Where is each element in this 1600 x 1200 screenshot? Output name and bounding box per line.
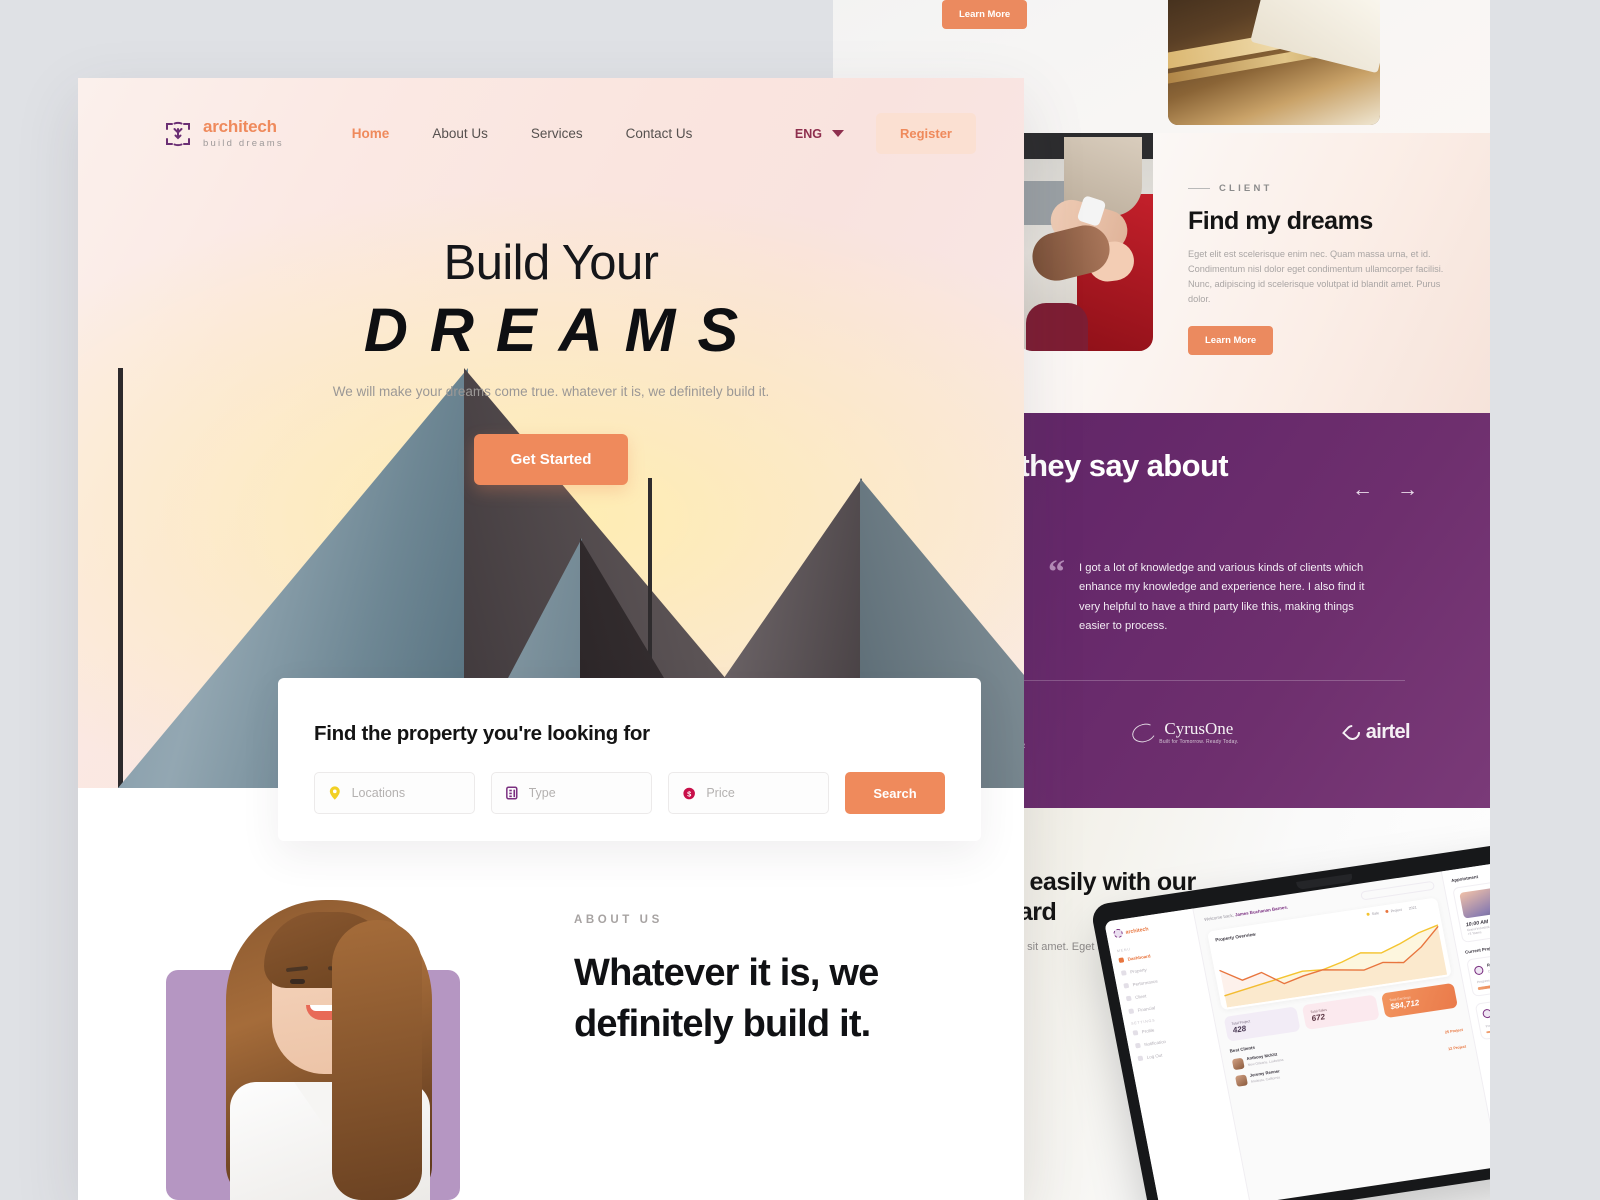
search-input[interactable] (528, 786, 637, 800)
stat-total-project: Total Project 428 (1223, 1006, 1301, 1042)
nav-item-contact-us[interactable]: Contact Us (626, 126, 693, 141)
about-eyebrow: ABOUT US (574, 914, 663, 926)
arrow-right-icon[interactable]: → (1397, 479, 1418, 500)
nav-item-home[interactable]: Home (352, 126, 390, 141)
building-icon (506, 786, 518, 800)
dashboard-search-input[interactable] (1360, 880, 1436, 901)
handshake-photo (1018, 133, 1153, 351)
testimonial-quote: “ I got a lot of knowledge and various k… (1048, 554, 1386, 636)
nav-item-services[interactable]: Services (531, 126, 583, 141)
dashboard-logo-icon (1112, 928, 1124, 939)
about-photo (166, 866, 460, 1200)
airtel-icon (1341, 721, 1363, 744)
quote-mark-icon: “ (1048, 554, 1065, 591)
brand-logo[interactable]: architech build dreams (164, 118, 284, 149)
search-card-heading: Find the property you're looking for (314, 722, 650, 745)
books-and-pencils-photo (1168, 0, 1380, 125)
avatar (1234, 1073, 1248, 1087)
woman-portrait-photo (210, 880, 450, 1200)
language-label: ENG (794, 126, 822, 141)
appointment-card: 10:00 AM Grand Industrial Tower 834 City… (1452, 874, 1490, 943)
bracketed-target-arrow-icon (164, 120, 192, 148)
client-title: Find my dreams (1188, 207, 1373, 235)
arrow-left-icon[interactable]: ← (1352, 479, 1373, 500)
appointment-photo (1459, 881, 1490, 919)
hero-copy: Build Your DREAMS We will make your drea… (78, 237, 1024, 485)
search-input[interactable] (351, 786, 460, 800)
nav-item-about-us[interactable]: About Us (432, 126, 488, 141)
avatar (1231, 1057, 1245, 1070)
hero-subtitle: We will make your dreams come true. what… (332, 383, 770, 399)
type-field[interactable] (491, 772, 652, 814)
eyebrow-dash-icon (1188, 187, 1210, 190)
language-selector[interactable]: ENG (795, 127, 844, 141)
client-eyebrow-label: CLIENT (1219, 183, 1273, 194)
get-started-button[interactable]: Get Started (473, 433, 629, 485)
register-button[interactable]: Register (875, 113, 976, 154)
about-title: Whatever it is, we definitely build it. (574, 952, 879, 1046)
property-search-card: Find the property you're looking for Loc… (278, 678, 981, 841)
search-input[interactable] (706, 786, 814, 800)
price-field[interactable]: $ (668, 772, 829, 814)
brand-name: architech (203, 117, 277, 137)
testimonial-quote-text: I got a lot of knowledge and various kin… (1079, 562, 1365, 632)
stat-total-sales: Total Sales 672 (1302, 994, 1380, 1030)
main-landing-page-card: architech build dreams Home About Us Ser… (78, 78, 1024, 1200)
nav-links: Home About Us Services Contact Us (352, 126, 693, 141)
client-paragraph: Eget elit est scelerisque enim nec. Quam… (1188, 249, 1444, 304)
brand-tagline: build dreams (203, 137, 284, 149)
project-icon (1482, 1008, 1490, 1019)
search-button[interactable]: Search (845, 772, 945, 814)
testimonial-nav: ← → (1352, 479, 1418, 500)
hero-title-line2: DREAMS (363, 295, 761, 364)
dashboard-menu-logout[interactable]: Log Out (1137, 1045, 1212, 1062)
learn-more-button-client[interactable]: Learn More (1188, 325, 1274, 355)
stat-total-earnings: Total Earnings $84,712 (1380, 982, 1459, 1019)
hero-title-line1: Build Your (443, 236, 659, 290)
cyrusone-icon (1130, 720, 1159, 745)
dollar-circle-icon: $ (683, 787, 695, 799)
project-card: Dwi's Apartment Due 03 Mar 2021 Progress… (1475, 989, 1490, 1041)
logo-airtel: airtel (1341, 721, 1411, 744)
chevron-down-icon (831, 130, 844, 137)
logo-cyrusone: CyrusOne Built for Tomorrow. Ready Today… (1130, 720, 1238, 745)
client-eyebrow: CLIENT (1188, 183, 1458, 194)
about-us-section: ABOUT US Whatever it is, we definitely b… (78, 788, 1024, 1200)
locations-field[interactable] (314, 772, 475, 814)
project-icon (1473, 964, 1485, 975)
svg-text:$: $ (687, 789, 691, 798)
dashboard-welcome: Welcome back, James Buchanan Barnes. (1203, 904, 1289, 922)
learn-more-button-top[interactable]: Learn More (942, 0, 1028, 29)
location-pin-icon (329, 786, 340, 800)
top-navigation-bar: architech build dreams Home About Us Ser… (78, 78, 1024, 154)
